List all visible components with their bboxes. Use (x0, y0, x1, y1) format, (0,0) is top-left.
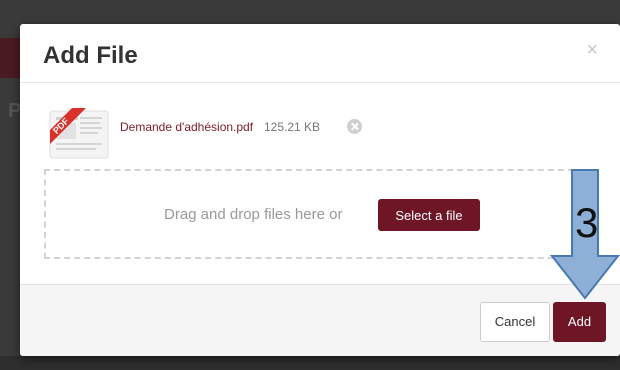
cancel-button[interactable]: Cancel (480, 302, 550, 342)
dialog-header: Add File × (20, 24, 620, 83)
annotation-step-number: 3 (575, 199, 599, 246)
background-header-bar (0, 38, 20, 78)
remove-file-icon[interactable] (347, 119, 362, 134)
add-button[interactable]: Add (553, 302, 606, 342)
pdf-file-icon: PDF (48, 108, 110, 160)
file-size: 125.21 KB (264, 120, 321, 134)
dialog-footer: Cancel Add (20, 284, 620, 356)
file-dropzone[interactable]: Drag and drop files here or Select a fil… (44, 169, 584, 259)
close-icon[interactable]: × (586, 40, 598, 60)
dialog-title: Add File (43, 42, 138, 69)
select-file-button[interactable]: Select a file (378, 199, 480, 231)
attached-file-item: PDF Demande d'adhésion.pdf 125.21 KB (48, 108, 528, 160)
file-name[interactable]: Demande d'adhésion.pdf (120, 120, 253, 134)
add-file-dialog: Add File × PDF Demande d'adhésion.pdf 12… (20, 24, 620, 356)
background-footer (0, 356, 620, 370)
dropzone-text: Drag and drop files here or (164, 206, 343, 223)
